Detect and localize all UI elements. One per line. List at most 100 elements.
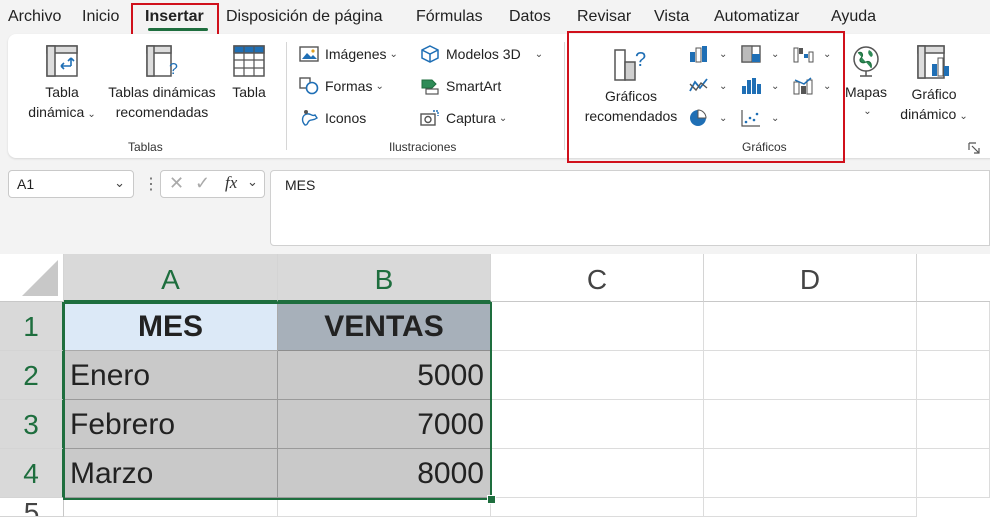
formula-buttons: ✕ ✓ fx ⌄ [160,170,265,198]
tabla-dinamica-button[interactable]: Tabla dinámica ⌄ [20,44,104,125]
chevron-down-icon: ⌄ [534,48,544,60]
tablas-group-label: Tablas [128,140,163,154]
cell-c3[interactable] [491,400,704,449]
tablas-recomendadas-label-2: recomendadas [115,104,209,120]
tabla-button[interactable]: Tabla [224,44,274,102]
dialog-launcher-icon[interactable] [968,142,980,154]
chevron-down-icon: ⌄ [375,80,384,92]
pivot-table-icon [46,45,78,77]
tablas-recomendadas-button[interactable]: ? Tablas dinámicas recomendadas [104,44,220,122]
smartart-button[interactable]: SmartArt [420,77,501,95]
formula-content: MES [285,177,316,193]
smartart-icon [421,79,439,95]
cancel-icon[interactable]: ✕ [169,173,184,194]
grafico-dinamico-label-2: dinámico [900,106,957,122]
chevron-down-icon: ⌄ [863,106,872,117]
cell-c4[interactable] [491,449,704,498]
formula-input[interactable]: MES [270,170,990,246]
cell-e4[interactable] [917,449,990,498]
confirm-icon[interactable]: ✓ [195,173,210,194]
cell-a1[interactable]: MES [64,302,278,351]
row-header-2[interactable]: 2 [0,351,64,400]
tab-formulas[interactable]: Fórmulas [416,8,483,26]
tablas-recomendadas-label-1: Tablas dinámicas [108,84,216,100]
modelos-3d-button[interactable]: Modelos 3D ⌄ [420,45,543,63]
column-header-a[interactable]: A [64,254,278,302]
cell-c2[interactable] [491,351,704,400]
imagenes-button[interactable]: Imágenes ⌄ [299,45,398,63]
cell-d2[interactable] [704,351,917,400]
cell-a2[interactable]: Enero [64,351,278,400]
row-header-3[interactable]: 3 [0,400,64,449]
row-header-4[interactable]: 4 [0,449,64,498]
select-all-corner[interactable] [0,254,64,302]
cell-a4[interactable]: Marzo [64,449,278,498]
grafico-dinamico-label-1: Gráfico [911,86,957,102]
cell-b3[interactable]: 7000 [278,400,491,449]
cell-e1[interactable] [917,302,990,351]
iconos-button[interactable]: Iconos [299,109,366,127]
tab-revisar[interactable]: Revisar [577,8,631,26]
formas-button[interactable]: Formas ⌄ [299,77,384,95]
more-options-icon[interactable]: ⋮ [143,174,159,194]
cell-d5[interactable] [704,498,917,517]
recommended-pivot-icon: ? [146,45,178,78]
column-header-d[interactable]: D [704,254,917,302]
shapes-icon [299,77,319,95]
chevron-down-icon: ⌄ [959,111,968,122]
cube-3d-icon [421,45,439,63]
graficos-highlight-box [567,31,845,163]
cell-b2[interactable]: 5000 [278,351,491,400]
mapas-label: Mapas [844,84,888,100]
name-box[interactable]: A1 ⌄ [8,170,134,198]
tabla-dinamica-label-1: Tabla [45,84,79,100]
select-all-triangle-icon [22,260,58,296]
chevron-down-icon: ⌄ [87,109,96,120]
cell-e3[interactable] [917,400,990,449]
cell-b1[interactable]: VENTAS [278,302,491,351]
group-divider [286,42,287,150]
svg-text:?: ? [169,61,178,78]
mapas-button[interactable]: Mapas ⌄ [842,44,890,122]
row-header-5[interactable]: 5 [0,498,64,517]
chevron-down-icon: ⌄ [498,112,508,124]
cell-d3[interactable] [704,400,917,449]
insert-function-icon[interactable]: fx [225,173,237,193]
captura-button[interactable]: Captura ⌄ [420,109,507,127]
pivot-chart-icon [917,45,949,79]
cell-d4[interactable] [704,449,917,498]
image-icon [299,46,319,62]
cell-a5[interactable] [64,498,278,517]
tab-disposicion-pagina[interactable]: Disposición de página [226,8,383,26]
chevron-down-icon: ⌄ [114,175,125,190]
imagenes-label: Imágenes [325,46,387,62]
smartart-label: SmartArt [446,78,502,94]
formas-label: Formas [325,78,373,94]
fill-handle[interactable] [487,495,496,504]
tab-datos[interactable]: Datos [509,8,551,26]
tab-archivo[interactable]: Archivo [8,8,61,26]
column-header-c[interactable]: C [491,254,704,302]
column-header-e[interactable] [917,254,990,302]
row-header-1[interactable]: 1 [0,302,64,351]
cell-b5[interactable] [278,498,491,517]
cell-c5[interactable] [491,498,704,517]
table-icon [233,45,265,77]
tabla-dinamica-label-2: dinámica [28,104,85,120]
captura-label: Captura [446,110,496,126]
column-header-b[interactable]: B [278,254,491,302]
cell-d1[interactable] [704,302,917,351]
cell-a3[interactable]: Febrero [64,400,278,449]
chevron-down-icon: ⌄ [247,174,258,189]
cell-b4[interactable]: 8000 [278,449,491,498]
group-divider [564,42,565,150]
tab-ayuda[interactable]: Ayuda [831,8,876,26]
name-box-value: A1 [17,176,35,192]
tab-vista[interactable]: Vista [654,8,689,26]
cell-c1[interactable] [491,302,704,351]
tab-automatizar[interactable]: Automatizar [714,8,799,26]
grafico-dinamico-button[interactable]: Gráfico dinámico ⌄ [890,44,978,127]
tab-inicio[interactable]: Inicio [82,8,119,26]
icons-icon [301,110,318,126]
cell-e2[interactable] [917,351,990,400]
